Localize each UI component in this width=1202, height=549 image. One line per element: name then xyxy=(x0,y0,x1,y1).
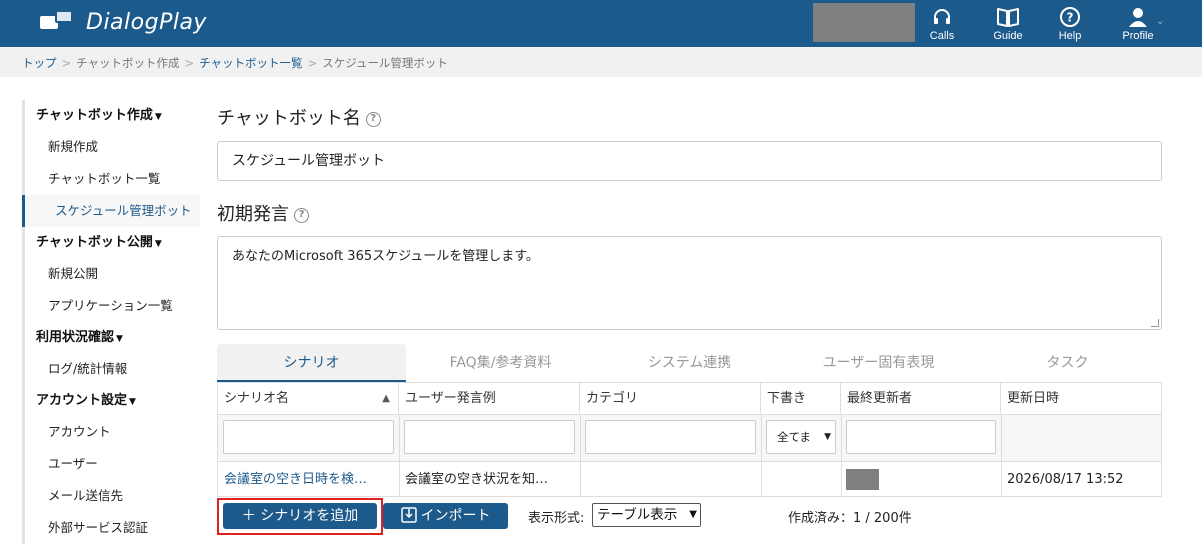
column-draft[interactable]: 下書き xyxy=(761,383,841,415)
scenario-table: シナリオ名 ▲ ユーザー発言例 カテゴリ 下書き 最終更新者 更新日時 全てま ▼ … xyxy=(217,382,1162,497)
display-format-value: テーブル表示 xyxy=(597,507,678,523)
filter-category-input[interactable] xyxy=(585,420,756,454)
app-name: DialogPlay xyxy=(86,9,207,35)
column-last-editor[interactable]: 最終更新者 xyxy=(841,383,1001,415)
headset-icon xyxy=(934,9,950,24)
calls-button[interactable]: Calls xyxy=(917,4,967,46)
bot-name-label-text: チャットボット名 xyxy=(217,108,361,129)
sidebar-item-external-auth[interactable]: 外部サービス認証 xyxy=(22,512,200,544)
last-editor-avatar xyxy=(846,469,879,490)
chevron-down-icon: ▼ xyxy=(689,509,697,520)
chevron-down-icon: ▼ xyxy=(824,432,831,442)
help-button[interactable]: ? Help xyxy=(1045,4,1095,46)
help-circle-icon: ? xyxy=(1060,7,1080,27)
category-cell xyxy=(580,463,761,497)
draft-cell xyxy=(761,463,841,497)
top-navbar: DialogPlay Calls Guide ? Help Profile ⌄ xyxy=(0,0,1202,47)
tab-system[interactable]: システム連携 xyxy=(595,344,784,382)
filter-editor-input[interactable] xyxy=(846,420,996,454)
display-format-select[interactable]: テーブル表示 ▼ xyxy=(592,503,701,527)
import-label: インポート xyxy=(420,508,491,524)
import-icon xyxy=(400,507,417,523)
sidebar-item-bot-list[interactable]: チャットボット一覧 xyxy=(22,163,200,195)
caret-down-icon: ▼ xyxy=(154,239,162,249)
redacted-area xyxy=(813,3,915,42)
add-scenario-label: シナリオを追加 xyxy=(260,508,359,524)
help-label: Help xyxy=(1058,30,1082,42)
profile-label: Profile xyxy=(1122,30,1154,42)
section-title: 利用状況確認 xyxy=(36,330,115,345)
bot-name-label: チャットボット名? xyxy=(217,104,381,130)
chevron-down-icon[interactable]: ⌄ xyxy=(1156,16,1164,27)
caret-down-icon: ▼ xyxy=(116,334,123,344)
filter-example-input[interactable] xyxy=(404,420,575,454)
book-icon xyxy=(997,8,1019,27)
sidebar-section-usage[interactable]: 利用状況確認 ▼ xyxy=(22,322,200,353)
sidebar-section-publish[interactable]: チャットボット公開 ▼ xyxy=(22,227,200,258)
tab-user-expressions[interactable]: ユーザー固有表現 xyxy=(784,344,973,382)
column-updated-at[interactable]: 更新日時 xyxy=(1001,383,1161,415)
sidebar-section-create[interactable]: チャットボット作成 ▼ xyxy=(22,100,200,131)
user-example-cell: 会議室の空き状況を知… xyxy=(405,472,549,487)
plus-icon: ＋ xyxy=(241,508,261,524)
sidebar-section-account[interactable]: アカウント設定 ▼ xyxy=(22,385,200,416)
sidebar-item-schedule-bot[interactable]: スケジュール管理ボット xyxy=(22,195,200,227)
section-title: チャットボット公開 xyxy=(36,235,153,250)
sidebar-item-logs[interactable]: ログ/統計情報 xyxy=(22,353,200,385)
greeting-text: あなたのMicrosoft 365スケジュールを管理します。 xyxy=(232,249,539,264)
app-logo[interactable]: DialogPlay xyxy=(40,8,207,36)
tab-bar: シナリオ FAQ集/参考資料 システム連携 ユーザー固有表現 タスク xyxy=(217,344,1162,382)
updated-at-cell: 2026/08/17 13:52 xyxy=(1007,472,1124,487)
greeting-label-text: 初期発言 xyxy=(217,204,289,225)
scenario-count: 作成済み：1 / 200件 xyxy=(788,511,912,526)
filter-row: 全てま ▼ xyxy=(218,415,1161,462)
chat-bubbles-icon xyxy=(40,8,76,36)
add-scenario-button[interactable]: ＋ シナリオを追加 xyxy=(223,503,377,529)
section-title: チャットボット作成 xyxy=(36,108,153,123)
filter-draft-select[interactable]: 全てま ▼ xyxy=(766,420,836,454)
sidebar-item-app-list[interactable]: アプリケーション一覧 xyxy=(22,290,200,322)
column-category[interactable]: カテゴリ xyxy=(580,383,761,415)
guide-label: Guide xyxy=(993,30,1023,42)
caret-down-icon: ▼ xyxy=(129,397,136,407)
sidebar-item-new-publish[interactable]: 新規公開 xyxy=(22,258,200,290)
caret-down-icon: ▼ xyxy=(154,112,162,122)
help-icon[interactable]: ? xyxy=(294,207,309,223)
svg-text:?: ? xyxy=(1067,11,1074,25)
filter-scenario-name-input[interactable] xyxy=(223,420,394,454)
scenario-name-link[interactable]: 会議室の空き日時を検… xyxy=(218,463,399,497)
import-button[interactable]: インポート xyxy=(383,503,508,529)
sidebar-item-account[interactable]: アカウント xyxy=(22,416,200,448)
user-icon xyxy=(1129,8,1147,27)
help-icon[interactable]: ? xyxy=(365,111,381,127)
tab-task[interactable]: タスク xyxy=(973,344,1162,382)
column-scenario-name[interactable]: シナリオ名 ▲ xyxy=(218,383,399,415)
sidebar: チャットボット作成 ▼ 新規作成 チャットボット一覧 スケジュール管理ボット チャ… xyxy=(22,100,200,544)
breadcrumb: トップ > チャットボット作成 > チャットボット一覧 > スケジュール管理ボット xyxy=(22,56,448,70)
table-header: シナリオ名 ▲ ユーザー発言例 カテゴリ 下書き 最終更新者 更新日時 xyxy=(218,383,1161,415)
tab-faq[interactable]: FAQ集/参考資料 xyxy=(406,344,595,382)
breadcrumb-list[interactable]: チャットボット一覧 xyxy=(199,56,302,70)
sidebar-item-mail[interactable]: メール送信先 xyxy=(22,480,200,512)
sidebar-item-users[interactable]: ユーザー xyxy=(22,448,200,480)
resize-handle[interactable] xyxy=(1151,319,1159,327)
sidebar-item-new[interactable]: 新規作成 xyxy=(22,131,200,163)
display-format-label: 表示形式: xyxy=(528,511,585,526)
section-title: アカウント設定 xyxy=(36,393,128,408)
table-row[interactable]: 会議室の空き日時を検… 会議室の空き状況を知… 2026/08/17 13:52 xyxy=(218,463,1161,497)
calls-label: Calls xyxy=(929,30,955,42)
draft-filter-value: 全てま xyxy=(777,430,811,444)
sort-asc-icon[interactable]: ▲ xyxy=(382,383,390,415)
breadcrumb-bar: トップ > チャットボット作成 > チャットボット一覧 > スケジュール管理ボット xyxy=(0,47,1202,77)
breadcrumb-current: スケジュール管理ボット xyxy=(322,56,448,70)
breadcrumb-create: チャットボット作成 xyxy=(76,56,180,70)
column-user-example[interactable]: ユーザー発言例 xyxy=(399,383,580,415)
bot-name-input[interactable]: スケジュール管理ボット xyxy=(217,141,1162,181)
tab-scenario[interactable]: シナリオ xyxy=(217,344,406,382)
guide-button[interactable]: Guide xyxy=(983,4,1033,46)
greeting-label: 初期発言? xyxy=(217,200,309,226)
greeting-textarea[interactable]: あなたのMicrosoft 365スケジュールを管理します。 xyxy=(217,236,1162,330)
column-label: シナリオ名 xyxy=(224,391,290,406)
breadcrumb-top[interactable]: トップ xyxy=(22,56,57,70)
